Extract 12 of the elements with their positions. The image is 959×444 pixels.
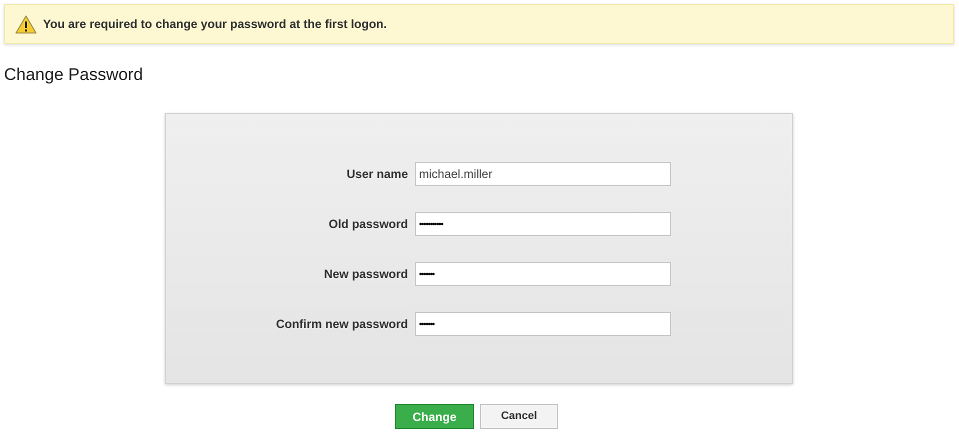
username-field[interactable]: michael.miller xyxy=(415,162,671,186)
field-label: New password xyxy=(322,266,409,283)
field-label: Confirm new password xyxy=(274,316,409,333)
password-field[interactable]: ••••••••••• xyxy=(415,212,671,236)
page-title: Change Password xyxy=(4,64,143,86)
field-label: Old password xyxy=(328,216,409,233)
cancel-button[interactable]: Cancel xyxy=(480,404,558,429)
warning-icon xyxy=(15,14,37,34)
password-field[interactable]: ••••••• xyxy=(415,262,671,286)
warning-message: You are required to change your password at the first logon. xyxy=(43,16,387,33)
field-label: User name xyxy=(346,166,409,183)
password-field[interactable]: ••••••• xyxy=(415,312,671,336)
